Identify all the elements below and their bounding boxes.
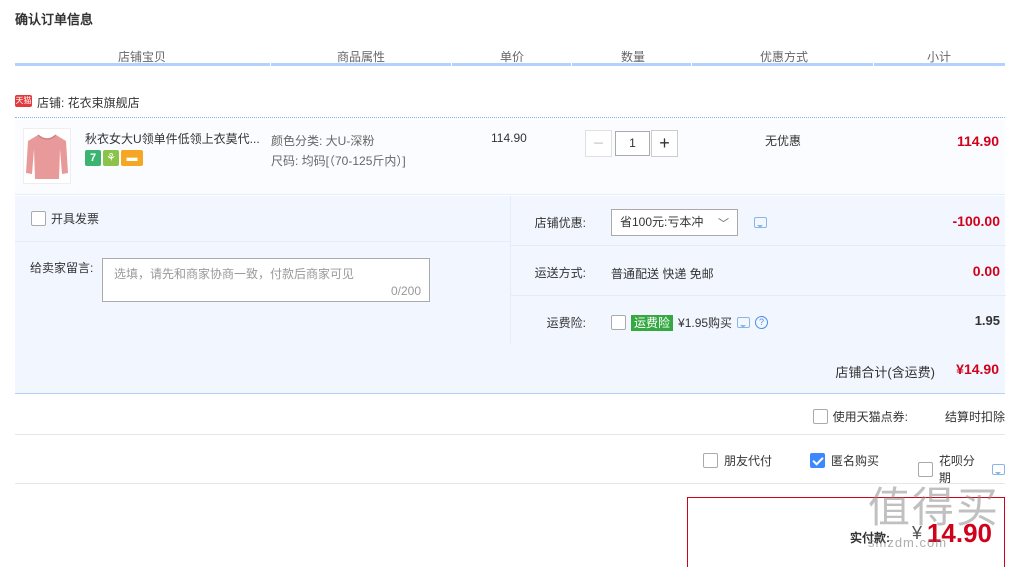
insurance-label: 运费险:	[546, 316, 586, 330]
credit-card-icon[interactable]: ▬	[121, 150, 143, 166]
unit-price: 114.90	[491, 131, 527, 145]
col-discount: 优惠方式	[760, 50, 809, 64]
shop-name-link[interactable]: 店铺: 花衣束旗舰店	[37, 94, 140, 111]
insurance-option[interactable]: 运费险 ¥1.95购买 ?	[611, 314, 769, 331]
coupon-option[interactable]: 使用天猫点券:	[812, 408, 908, 425]
order-options-block: 开具发票 给卖家留言: 选填，请先和商家协商一致，付款后商家可见 0/200 店…	[15, 196, 1006, 394]
quantity-increase-button[interactable]: +	[651, 130, 678, 157]
col-attributes: 商品属性	[337, 50, 386, 64]
shop-row: 天猫 店铺: 花衣束旗舰店	[15, 92, 1005, 118]
col-quantity: 数量	[621, 50, 646, 64]
product-color-attr: 颜色分类: 大U-深粉	[271, 134, 375, 148]
anonymous-label: 匿名购买	[831, 454, 880, 468]
shipping-method: 普通配送 快递 免邮	[611, 267, 714, 281]
shop-discount-select[interactable]: 省100元:亏本冲 ﹀	[611, 209, 738, 236]
shipping-row: 运送方式: 普通配送 快递 免邮 0.00	[511, 246, 1006, 296]
message-textarea[interactable]: 选填，请先和商家协商一致，付款后商家可见 0/200	[102, 258, 430, 302]
insurance-value: 1.95	[974, 313, 1000, 328]
shipping-value: 0.00	[972, 263, 1000, 279]
friend-pay-option[interactable]: 朋友代付	[703, 452, 772, 469]
left-options: 开具发票 给卖家留言: 选填，请先和商家协商一致，付款后商家可见 0/200	[15, 196, 510, 344]
col-divider	[270, 50, 271, 66]
coupon-note: 结算时扣除	[944, 410, 1005, 424]
invoice-option[interactable]: 开具发票	[31, 210, 99, 227]
discount-method: 无优惠	[765, 134, 802, 148]
col-divider	[451, 50, 452, 66]
invoice-label: 开具发票	[51, 212, 100, 226]
coupon-label: 使用天猫点券:	[832, 410, 908, 424]
shop-total-row: 店铺合计(含运费) ¥14.90	[15, 345, 1005, 394]
shop-discount-row: 店铺优惠: 省100元:亏本冲 ﹀ -100.00	[511, 196, 1006, 246]
guarantee-icon[interactable]: ⚘	[103, 150, 119, 166]
payment-options-row: 朋友代付 匿名购买 花呗分期	[15, 436, 1005, 485]
insurance-badge: 运费险	[631, 314, 674, 331]
shirt-image	[26, 134, 68, 179]
col-divider	[873, 50, 874, 66]
anonymous-option[interactable]: 匿名购买	[810, 452, 879, 469]
right-options: 店铺优惠: 省100元:亏本冲 ﹀ -100.00 运送方式: 普通配送 快递 …	[510, 196, 1006, 344]
message-placeholder: 选填，请先和商家协商一致，付款后商家可见	[114, 267, 355, 281]
quantity-decrease-button[interactable]: −	[585, 130, 612, 157]
shipping-label: 运送方式:	[534, 266, 586, 280]
anonymous-checkbox[interactable]	[810, 453, 825, 468]
item-subtotal: 114.90	[956, 133, 999, 149]
insurance-row: 运费险: 运费险 ¥1.95购买 ? 1.95	[511, 296, 1006, 344]
comment-icon[interactable]	[737, 317, 751, 328]
divider	[15, 241, 510, 242]
insurance-price: ¥1.95购买	[678, 316, 733, 330]
product-thumbnail[interactable]	[23, 128, 71, 184]
invoice-checkbox[interactable]	[31, 211, 46, 226]
comment-icon[interactable]	[992, 463, 1005, 475]
product-name-link[interactable]: 秋衣女大U领单件低领上衣莫代...	[85, 130, 265, 147]
shop-total-label: 店铺合计(含运费)	[835, 365, 935, 380]
col-divider	[571, 50, 572, 66]
tmall-icon: 天猫	[15, 95, 32, 107]
friend-pay-checkbox[interactable]	[703, 453, 718, 468]
watermark-logo: 值得买	[868, 483, 1001, 532]
shop-discount-value: -100.00	[952, 213, 1000, 229]
quantity-stepper: − 1 +	[585, 130, 678, 157]
col-unit-price: 单价	[500, 50, 525, 64]
seven-day-return-icon[interactable]: 7	[85, 150, 101, 166]
order-item-row: 秋衣女大U领单件低领上衣莫代... 7 ⚘ ▬ 颜色分类: 大U-深粉 尺码: …	[15, 120, 1005, 195]
col-subtotal: 小计	[927, 50, 952, 64]
quantity-input[interactable]: 1	[615, 131, 650, 156]
product-size-attr: 尺码: 均码[（70-125斤内）]	[271, 154, 406, 168]
shop-discount-label: 店铺优惠:	[534, 216, 586, 230]
shop-discount-selected: 省100元:亏本冲	[620, 215, 704, 229]
chevron-down-icon: ﹀	[718, 218, 729, 230]
help-icon[interactable]: ?	[755, 316, 769, 329]
col-divider	[691, 50, 692, 66]
message-label: 给卖家留言:	[30, 261, 94, 275]
comment-icon[interactable]	[754, 217, 767, 228]
message-counter: 0/200	[390, 284, 421, 298]
table-header: 店铺宝贝 商品属性 单价 数量 优惠方式 小计	[15, 44, 1005, 66]
service-badges: 7 ⚘ ▬	[85, 150, 143, 166]
coupon-row: 使用天猫点券: 结算时扣除	[15, 396, 1005, 435]
insurance-checkbox[interactable]	[611, 315, 626, 330]
page-title: 确认订单信息	[15, 12, 94, 27]
col-shop-item: 店铺宝贝	[118, 50, 167, 64]
coupon-checkbox[interactable]	[812, 409, 828, 424]
shop-total-value: ¥14.90	[956, 361, 999, 377]
watermark-url: smzdm.com	[868, 535, 948, 550]
friend-pay-label: 朋友代付	[724, 454, 773, 468]
